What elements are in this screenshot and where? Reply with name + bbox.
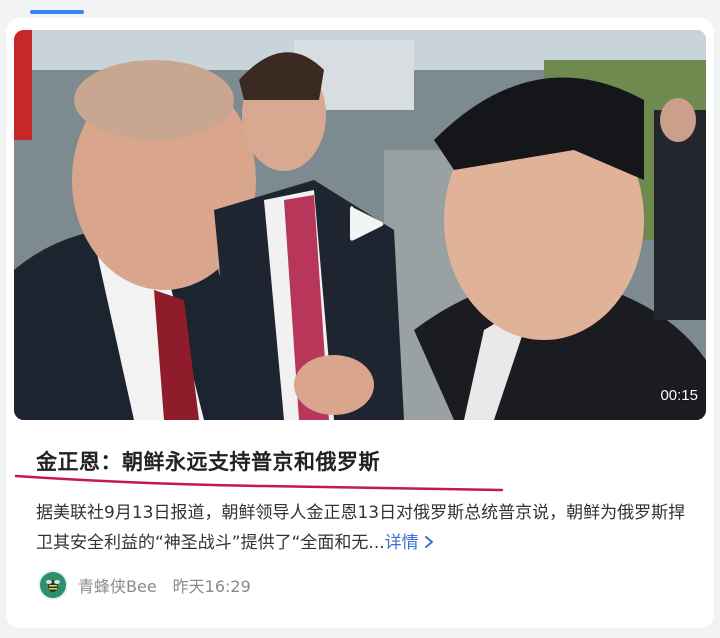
article-summary[interactable]: 据美联社9月13日报道，朝鲜领导人金正恩13日对俄罗斯总统普京说，朝鲜为俄罗斯捍… <box>36 498 692 558</box>
source-name[interactable]: 青蜂侠Bee <box>78 573 157 597</box>
summary-text: 据美联社9月13日报道，朝鲜领导人金正恩13日对俄罗斯总统普京说，朝鲜为俄罗斯捍… <box>36 503 686 553</box>
details-link[interactable]: 详情 <box>385 533 436 553</box>
article-meta: 青蜂侠Bee 昨天16:29 <box>38 570 251 600</box>
bee-logo-icon <box>46 580 60 592</box>
article-title[interactable]: 金正恩：朝鲜永远支持普京和俄罗斯 <box>36 446 380 476</box>
video-duration: 00:15 <box>660 387 698 404</box>
chevron-right-icon <box>424 536 433 548</box>
video-thumbnail[interactable]: 00:15 <box>14 30 706 420</box>
play-icon <box>350 206 384 241</box>
active-tab-indicator <box>30 10 84 14</box>
details-label: 详情 <box>384 533 419 553</box>
news-card[interactable]: 00:15 金正恩：朝鲜永远支持普京和俄罗斯 据美联社9月13日报道，朝鲜领导人… <box>6 18 714 628</box>
source-avatar[interactable] <box>38 570 68 600</box>
play-button[interactable] <box>344 202 388 246</box>
publish-time: 昨天16:29 <box>172 577 251 596</box>
feed-page: 00:15 金正恩：朝鲜永远支持普京和俄罗斯 据美联社9月13日报道，朝鲜领导人… <box>0 0 720 638</box>
